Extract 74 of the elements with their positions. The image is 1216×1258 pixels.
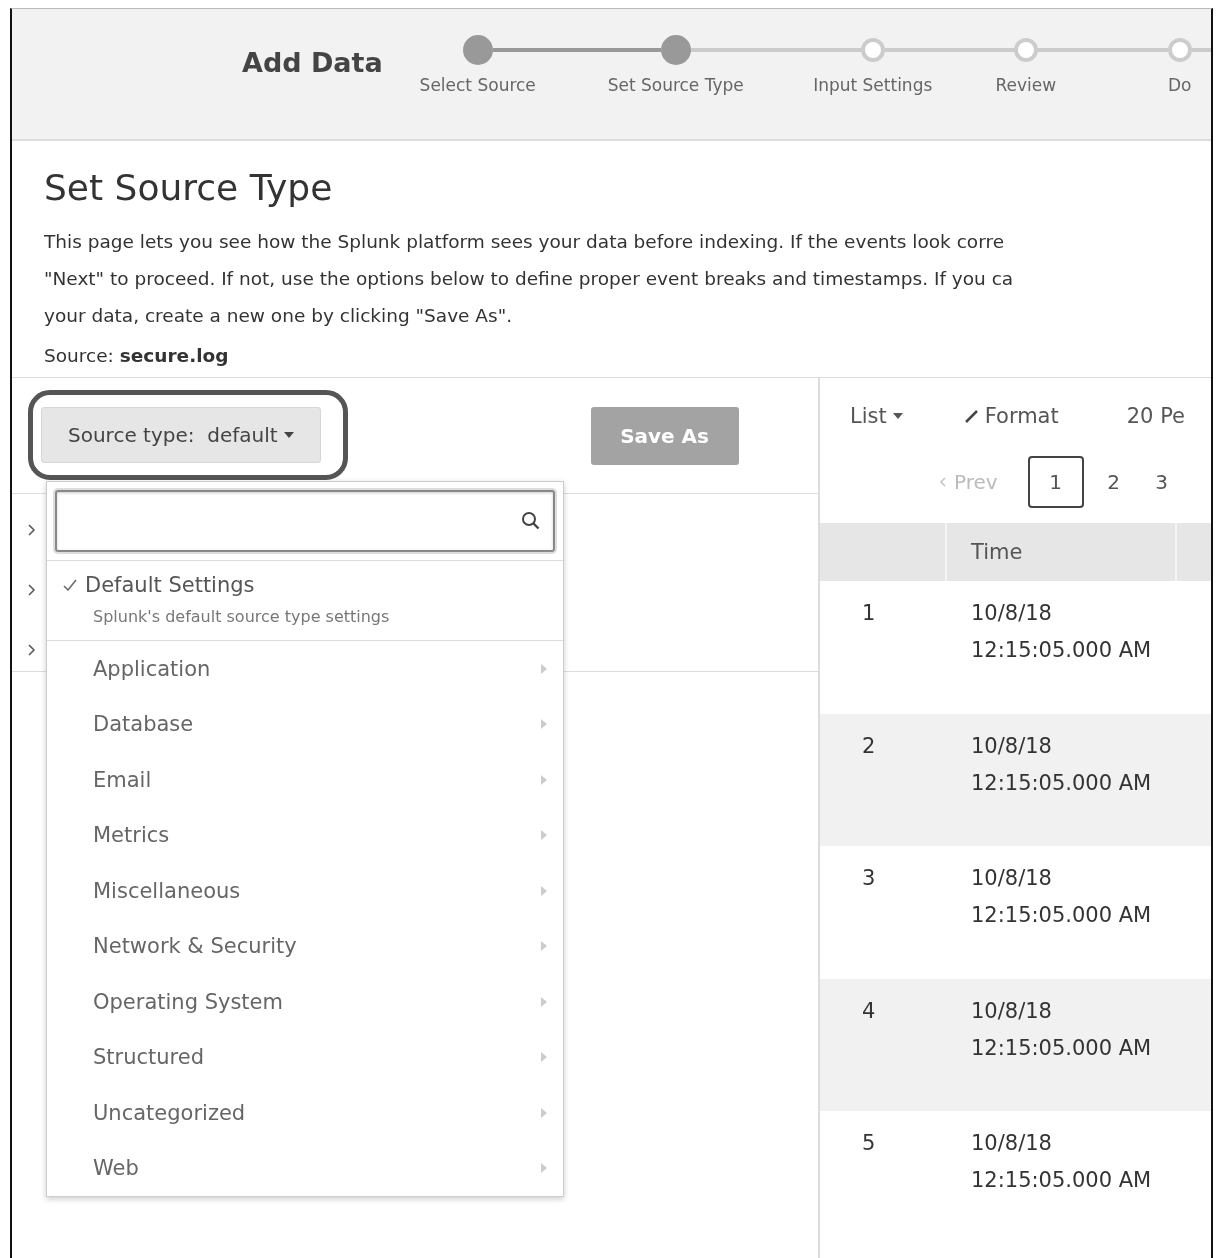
row-number: 4 bbox=[861, 997, 877, 1025]
description-text: This page lets you see how the Splunk platform sees your data before indexing. If the events look corre "Next" to proceed. If not, use the options below to define proper event breaks and timestamps. If you ca your data, create a new one by clicking "Save As". bbox=[44, 230, 1015, 328]
step-label: Review bbox=[995, 75, 1057, 95]
category-label: Uncategorized bbox=[93, 1100, 246, 1125]
step-label: Do bbox=[1167, 75, 1192, 95]
submenu-arrow-icon bbox=[541, 830, 547, 841]
format-button[interactable]: Format bbox=[964, 404, 1059, 428]
event-date: 10/8/18 bbox=[971, 1130, 1053, 1157]
section-title: Set Source Type bbox=[44, 167, 334, 210]
caret-icon bbox=[892, 413, 903, 419]
menu-item-description: Splunk's default source type settings bbox=[93, 607, 391, 626]
row-number: 1 bbox=[861, 600, 877, 627]
submenu-arrow-icon bbox=[541, 941, 547, 952]
menu-item-label: Default Settings bbox=[85, 573, 255, 597]
category-menu-item[interactable]: Network & Security bbox=[47, 918, 563, 974]
chevron-left-icon bbox=[940, 477, 946, 487]
caret-icon bbox=[283, 432, 294, 438]
category-label: Email bbox=[93, 767, 152, 792]
row-number: 2 bbox=[861, 732, 877, 760]
event-date: 10/8/18 bbox=[971, 997, 1053, 1025]
page-number-button[interactable]: 1 bbox=[1027, 456, 1084, 508]
chevron-right-icon[interactable] bbox=[28, 644, 36, 656]
category-label: Metrics bbox=[93, 823, 170, 848]
submenu-arrow-icon bbox=[541, 663, 547, 674]
event-time: 12:15:05.000 AM bbox=[971, 769, 1152, 797]
category-menu-item[interactable]: Operating System bbox=[47, 974, 563, 1030]
event-time: 12:15:05.000 AM bbox=[971, 902, 1152, 929]
step-label: Input Settings bbox=[813, 75, 933, 95]
category-label: Operating System bbox=[93, 989, 283, 1014]
event-time: 12:15:05.000 AM bbox=[971, 637, 1152, 664]
row-number: 5 bbox=[861, 1130, 877, 1157]
category-menu-item[interactable]: Metrics bbox=[47, 807, 563, 863]
event-date: 10/8/18 bbox=[971, 600, 1053, 627]
chevron-right-icon[interactable] bbox=[28, 584, 36, 596]
submenu-arrow-icon bbox=[541, 774, 547, 785]
category-menu-item[interactable]: Miscellaneous bbox=[47, 863, 563, 919]
category-menu-item[interactable]: Uncategorized bbox=[47, 1085, 563, 1141]
submenu-arrow-icon bbox=[541, 885, 547, 896]
step-label: Set Source Type bbox=[607, 75, 744, 95]
category-label: Miscellaneous bbox=[93, 878, 241, 903]
list-view-menu[interactable]: List bbox=[850, 404, 903, 428]
category-menu-item[interactable]: Structured bbox=[47, 1029, 563, 1085]
source-value: secure.log bbox=[119, 345, 229, 366]
menu-item[interactable]: Default Settings Splunk's default source type settings bbox=[47, 560, 563, 641]
category-label: Web bbox=[93, 1156, 139, 1181]
search-field[interactable] bbox=[55, 490, 555, 552]
event-date: 10/8/18 bbox=[971, 732, 1053, 760]
submenu-arrow-icon bbox=[541, 1107, 547, 1118]
submenu-arrow-icon bbox=[541, 1052, 547, 1063]
submenu-arrow-icon bbox=[541, 996, 547, 1007]
submenu-arrow-icon bbox=[541, 1163, 547, 1174]
row-number: 3 bbox=[861, 865, 877, 892]
source-label: Source: bbox=[44, 345, 114, 366]
category-label: Network & Security bbox=[93, 934, 297, 959]
chevron-right-icon[interactable] bbox=[28, 524, 36, 536]
page-number-button[interactable]: 3 bbox=[1151, 470, 1172, 494]
category-menu-item[interactable]: Application bbox=[47, 641, 563, 697]
sourcetype-dropdown-button[interactable]: Source type: default bbox=[41, 407, 321, 463]
category-menu-item[interactable]: Email bbox=[47, 752, 563, 808]
event-time: 12:15:05.000 AM bbox=[971, 1167, 1152, 1194]
per-page-menu[interactable]: 20 Pe bbox=[1126, 404, 1185, 428]
event-time: 12:15:05.000 AM bbox=[971, 1034, 1152, 1062]
page-title: Add Data bbox=[242, 47, 383, 80]
pencil-icon bbox=[964, 409, 979, 423]
page-number-button[interactable]: 2 bbox=[1103, 470, 1124, 494]
category-label: Application bbox=[93, 656, 211, 681]
category-label: Structured bbox=[93, 1045, 205, 1070]
submenu-arrow-icon bbox=[541, 719, 547, 730]
event-date: 10/8/18 bbox=[971, 865, 1053, 892]
step-label: Select Source bbox=[419, 75, 536, 95]
category-label: Database bbox=[93, 712, 194, 737]
category-menu-item[interactable]: Database bbox=[47, 696, 563, 752]
category-menu-item[interactable]: Web bbox=[47, 1140, 563, 1196]
search-icon bbox=[521, 511, 541, 531]
